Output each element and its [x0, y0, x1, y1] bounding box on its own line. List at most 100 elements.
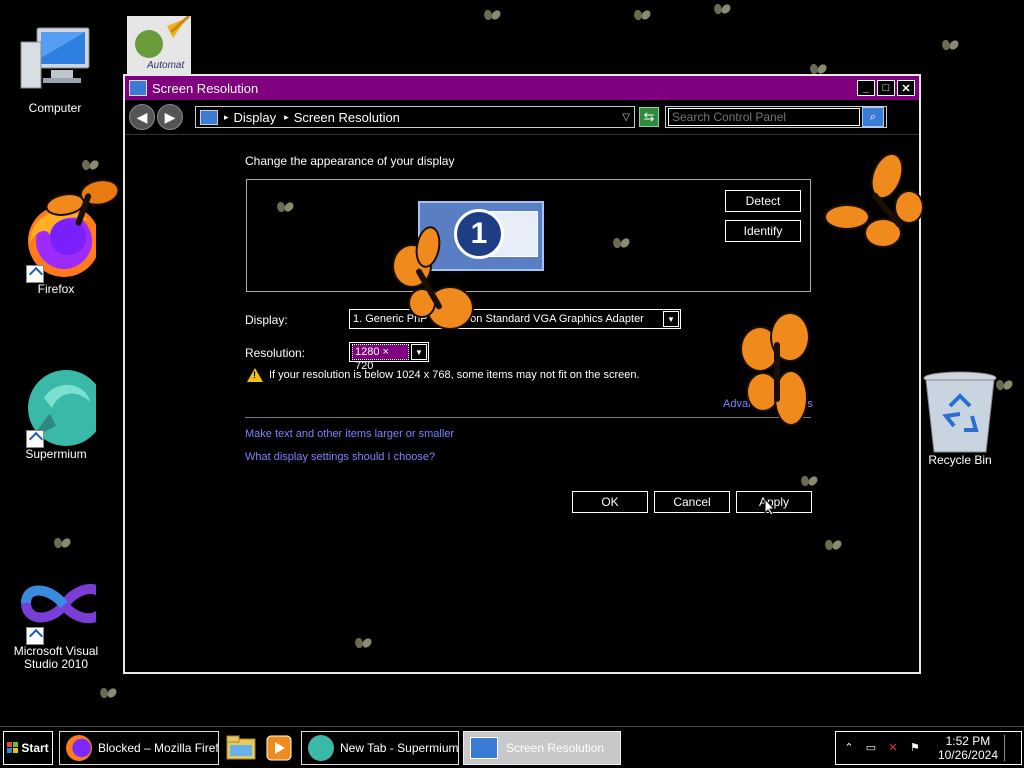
taskbar-pin-file-explorer[interactable]: [225, 731, 257, 765]
action-center-flag-icon[interactable]: ⚑: [908, 741, 922, 755]
resolution-select-value: 1280 × 720: [352, 344, 409, 372]
mouse-cursor-icon: [764, 497, 776, 519]
cancel-button[interactable]: Cancel: [654, 491, 730, 513]
show-hidden-icons-icon[interactable]: ⌃: [842, 741, 856, 755]
clock-time: 1:52 PM: [945, 733, 991, 748]
back-button[interactable]: ◀: [129, 104, 155, 130]
clock-date: 10/26/2024: [937, 747, 998, 762]
search-input[interactable]: [668, 108, 860, 126]
resolution-warning: ! If your resolution is below 1024 x 768…: [247, 368, 640, 382]
window-titlebar[interactable]: Screen Resolution _ □ ✕: [125, 76, 919, 100]
desktop-icon-label: Firefox: [37, 282, 75, 296]
butterfly-decoration: [824, 148, 924, 252]
breadcrumb-arrow-icon[interactable]: ▸: [224, 112, 229, 123]
forward-button[interactable]: ▶: [157, 104, 183, 130]
window-title: Screen Resolution: [152, 80, 259, 96]
address-bar[interactable]: ▸ Display ▸ Screen Resolution ▽: [195, 106, 635, 128]
desktop-icon-visual-studio[interactable]: Microsoft Visual Studio 2010: [6, 565, 110, 671]
search-box[interactable]: ⌕: [665, 106, 887, 128]
warning-text: If your resolution is below 1024 x 768, …: [269, 369, 640, 381]
divider: [245, 417, 811, 418]
desktop-icon-label: Computer: [28, 101, 82, 115]
butterfly-decoration: [42, 175, 129, 238]
supermium-icon: [308, 734, 334, 761]
chevron-down-icon[interactable]: ▼: [663, 311, 679, 327]
detect-button[interactable]: Detect: [725, 190, 801, 212]
shortcut-arrow-icon: [26, 265, 44, 283]
windows-flag-icon: [7, 742, 19, 753]
taskbar-item-supermium[interactable]: New Tab - Supermium: [301, 730, 459, 765]
computer-icon: [15, 22, 95, 102]
desktop-icon-supermium[interactable]: Supermium: [6, 368, 106, 461]
moth-decoration: [355, 636, 371, 650]
visual-studio-icon: [16, 565, 110, 645]
system-tray: ⌃ ▭ ✕ ⚑ 1:52 PM 10/26/2024: [834, 730, 1022, 765]
display-control-panel-icon: [129, 80, 147, 96]
taskbar-item-firefox[interactable]: Blocked – Mozilla Firef...: [59, 730, 219, 765]
minimize-button[interactable]: _: [857, 80, 875, 96]
ok-button[interactable]: OK: [572, 491, 648, 513]
desktop-icon-label: Microsoft Visual Studio 2010: [13, 644, 99, 671]
supermium-icon: [16, 368, 104, 448]
breadcrumb-arrow-icon[interactable]: ▸: [284, 112, 289, 123]
moth-decoration: [996, 378, 1012, 392]
search-icon[interactable]: ⌕: [862, 107, 884, 127]
monitor-icon: [470, 736, 498, 759]
chevron-down-icon[interactable]: ▼: [411, 344, 427, 360]
volume-muted-icon[interactable]: ✕: [886, 741, 900, 755]
recycle-bin-icon: [920, 370, 1000, 453]
automat-logo: Automat: [127, 14, 191, 76]
show-desktop-button[interactable]: [1004, 734, 1015, 761]
forward-arrow-icon: ▶: [164, 108, 176, 125]
close-button[interactable]: ✕: [897, 80, 915, 96]
start-label: Start: [21, 740, 49, 755]
desktop-icon-computer[interactable]: Computer: [5, 22, 105, 115]
clock[interactable]: 1:52 PM 10/26/2024: [938, 734, 998, 762]
resolution-select[interactable]: 1280 × 720 ▼: [349, 342, 429, 372]
moth-decoration: [942, 38, 958, 52]
taskbar-item-label: New Tab - Supermium: [340, 740, 459, 755]
display-settings-help-link[interactable]: What display settings should I choose?: [245, 451, 435, 463]
butterfly-decoration: [388, 224, 480, 334]
navigation-bar: ◀ ▶ ▸ Display ▸ Screen Resolution ▽ ⇆ ⌕: [125, 100, 919, 135]
taskbar-item-label: Screen Resolution: [506, 740, 605, 755]
page-heading: Change the appearance of your display: [245, 154, 455, 168]
monitor-icon: [200, 109, 218, 125]
moth-decoration: [801, 474, 817, 488]
moth-decoration: [54, 536, 70, 550]
breadcrumb-display[interactable]: Display: [234, 110, 277, 125]
refresh-icon: ⇆: [643, 109, 655, 124]
moth-decoration: [82, 158, 98, 172]
network-icon[interactable]: ▭: [864, 741, 878, 755]
display-label: Display:: [245, 313, 288, 327]
moth-decoration: [277, 200, 293, 214]
shortcut-arrow-icon: [26, 430, 44, 448]
moth-decoration: [714, 2, 730, 16]
address-dropdown-icon[interactable]: ▽: [622, 112, 630, 123]
moth-decoration: [613, 236, 629, 250]
taskbar: Start Blocked – Mozilla Firef... New Tab…: [0, 726, 1024, 768]
moth-decoration: [825, 538, 841, 552]
taskbar-pin-media-player[interactable]: [263, 731, 295, 765]
media-player-icon: [266, 735, 292, 760]
butterfly-decoration: [740, 312, 814, 428]
refresh-button[interactable]: ⇆: [639, 107, 659, 127]
folder-icon: [226, 735, 256, 759]
shortcut-arrow-icon: [26, 627, 44, 645]
maximize-button[interactable]: □: [877, 80, 895, 96]
display-preview-area: 1 Detect Identify: [246, 179, 811, 292]
warning-icon: !: [247, 368, 263, 382]
resolution-label: Resolution:: [245, 346, 306, 360]
start-button[interactable]: Start: [3, 730, 53, 765]
moth-decoration: [100, 686, 116, 700]
breadcrumb-screen-resolution[interactable]: Screen Resolution: [294, 110, 400, 125]
identify-button[interactable]: Identify: [725, 220, 801, 242]
moth-decoration: [634, 8, 650, 22]
make-text-larger-link[interactable]: Make text and other items larger or smal…: [245, 428, 454, 440]
desktop-icon-label: Supermium: [25, 447, 87, 461]
taskbar-item-screen-resolution[interactable]: Screen Resolution: [463, 730, 621, 765]
moth-decoration: [484, 8, 500, 22]
back-arrow-icon: ◀: [136, 108, 148, 125]
automat-logo-text: Automat: [147, 60, 185, 71]
taskbar-item-label: Blocked – Mozilla Firef...: [98, 740, 219, 755]
